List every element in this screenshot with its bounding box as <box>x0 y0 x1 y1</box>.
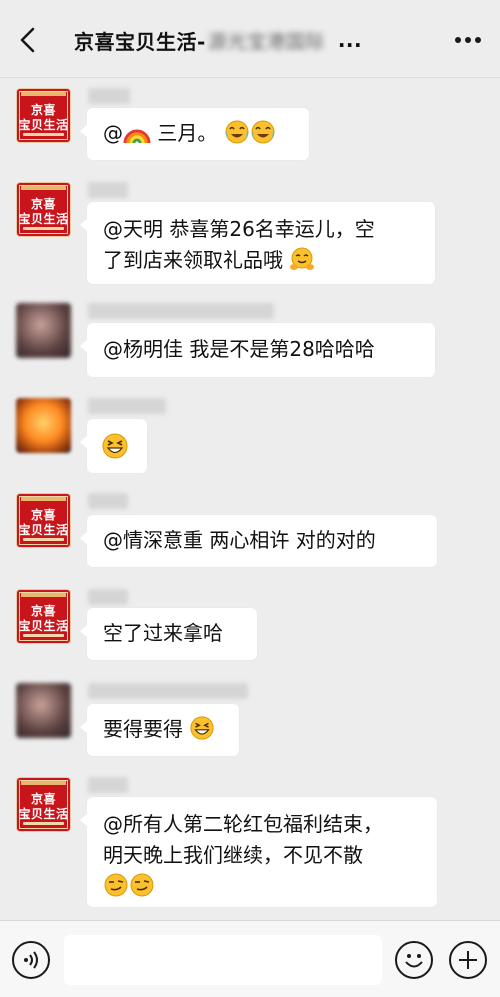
more-button[interactable] <box>450 25 486 55</box>
message-text: 要得要得 <box>103 717 183 741</box>
avatar[interactable] <box>16 683 71 738</box>
plus-icon <box>459 951 477 969</box>
grinning-squint-icon <box>190 716 214 740</box>
message-bubble[interactable]: @杨明佳 我是不是第28哈哈哈 <box>80 323 435 377</box>
message-text-line2: 明天晚上我们继续，不见不散 <box>103 843 363 867</box>
chevron-left-icon <box>20 27 35 53</box>
message-text: 空了过来拿哈 <box>103 621 223 645</box>
message-text-line2-wrap: 了到店来领取礼品哦 <box>103 245 419 276</box>
sender-nickname <box>88 493 128 509</box>
message-text-after: 三月。 <box>151 121 218 145</box>
smirk-icon <box>104 873 128 897</box>
more-dots-icon <box>455 37 481 43</box>
avatar[interactable]: 京喜 宝贝生活 <box>16 777 71 832</box>
brand-avatar-line2: 宝贝生活 <box>18 523 69 537</box>
smirk-icon <box>130 873 154 897</box>
avatar[interactable]: 京喜 宝贝生活 <box>16 589 71 644</box>
rainbow-icon <box>123 129 151 144</box>
sender-nickname <box>88 88 130 104</box>
brand-avatar-line2: 宝贝生活 <box>18 212 69 226</box>
chat-title-obscured: 源光宝港国际 <box>207 30 325 53</box>
message-text-line2: 了到店来领取礼品哦 <box>103 248 283 272</box>
message-bubble[interactable]: @ 三月。 <box>80 108 309 160</box>
brand-avatar-line2: 宝贝生活 <box>18 807 69 821</box>
chat-title: 京喜宝贝生活- 源光宝港国际 ... <box>74 22 404 58</box>
sender-nickname <box>88 182 128 198</box>
sender-nickname <box>88 398 166 414</box>
sender-nickname <box>88 777 128 793</box>
sender-nickname <box>88 303 274 319</box>
avatar[interactable] <box>16 303 71 358</box>
message-bubble[interactable]: 空了过来拿哈 <box>80 608 257 660</box>
back-button[interactable] <box>10 22 46 58</box>
sender-nickname <box>88 683 248 699</box>
message-input[interactable] <box>64 935 382 985</box>
message-text-line1: @天明 恭喜第26名幸运儿，空 <box>103 217 375 241</box>
voice-icon <box>24 951 38 969</box>
grinning-squint-icon <box>102 433 128 459</box>
brand-avatar-line2: 宝贝生活 <box>18 118 69 132</box>
message-bubble[interactable]: @所有人第二轮红包福利结束， 明天晚上我们继续，不见不散 <box>80 797 437 907</box>
chat-title-text: 京喜宝贝生活- <box>74 29 206 54</box>
message-emoji-line <box>103 871 421 902</box>
message-text: @杨明佳 我是不是第28哈哈哈 <box>103 337 375 361</box>
sender-nickname <box>88 589 128 605</box>
emoji-button[interactable] <box>395 941 433 979</box>
emoji-icon <box>405 954 423 968</box>
chat-header: 京喜宝贝生活- 源光宝港国际 ... <box>0 0 500 78</box>
input-bar <box>0 920 500 997</box>
brand-avatar-line2: 宝贝生活 <box>18 619 69 633</box>
avatar[interactable] <box>16 398 71 453</box>
message-bubble[interactable]: 要得要得 <box>80 704 239 756</box>
chat-title-ellipsis: ... <box>337 28 363 52</box>
message-text: @ <box>103 121 123 145</box>
message-text: @情深意重 两心相许 对的对的 <box>103 528 376 552</box>
message-text-line1: @所有人第二轮红包福利结束， <box>103 812 383 836</box>
crying-laughing-icon <box>251 120 275 144</box>
crying-laughing-icon <box>225 120 249 144</box>
message-bubble[interactable] <box>80 419 147 473</box>
avatar[interactable]: 京喜 宝贝生活 <box>16 182 71 237</box>
chat-screen: 京喜宝贝生活- 源光宝港国际 ... 京喜 宝贝生活 @ 三月。 京喜 宝贝生活… <box>0 0 500 997</box>
avatar[interactable]: 京喜 宝贝生活 <box>16 88 71 143</box>
hugging-face-icon <box>290 247 315 270</box>
message-bubble[interactable]: @情深意重 两心相许 对的对的 <box>80 515 437 567</box>
voice-button[interactable] <box>12 941 50 979</box>
plus-button[interactable] <box>449 941 487 979</box>
message-bubble[interactable]: @天明 恭喜第26名幸运儿，空 了到店来领取礼品哦 <box>80 202 435 284</box>
avatar[interactable]: 京喜 宝贝生活 <box>16 493 71 548</box>
